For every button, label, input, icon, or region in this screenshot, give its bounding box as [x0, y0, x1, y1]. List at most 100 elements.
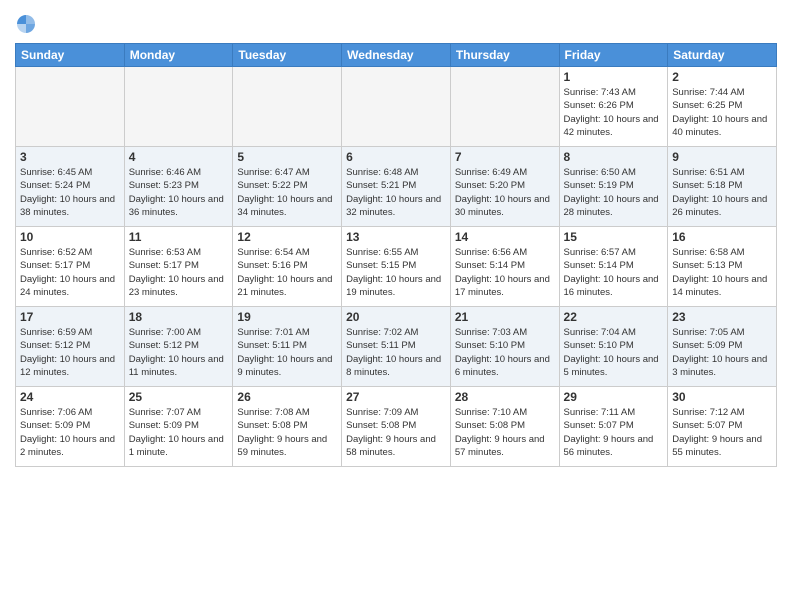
day-number: 28 [455, 390, 555, 404]
day-number: 23 [672, 310, 772, 324]
day-info: Sunrise: 6:52 AM Sunset: 5:17 PM Dayligh… [20, 246, 120, 299]
day-info: Sunrise: 7:00 AM Sunset: 5:12 PM Dayligh… [129, 326, 229, 379]
day-info: Sunrise: 6:59 AM Sunset: 5:12 PM Dayligh… [20, 326, 120, 379]
day-info: Sunrise: 6:46 AM Sunset: 5:23 PM Dayligh… [129, 166, 229, 219]
day-info: Sunrise: 7:05 AM Sunset: 5:09 PM Dayligh… [672, 326, 772, 379]
day-number: 24 [20, 390, 120, 404]
calendar-day-cell: 16 Sunrise: 6:58 AM Sunset: 5:13 PM Dayli… [668, 227, 777, 307]
day-info: Sunrise: 7:01 AM Sunset: 5:11 PM Dayligh… [237, 326, 337, 379]
day-number: 25 [129, 390, 229, 404]
calendar-day-cell: 18 Sunrise: 7:00 AM Sunset: 5:12 PM Dayli… [124, 307, 233, 387]
calendar-day-cell: 22 Sunrise: 7:04 AM Sunset: 5:10 PM Dayli… [559, 307, 668, 387]
day-info: Sunrise: 7:04 AM Sunset: 5:10 PM Dayligh… [564, 326, 664, 379]
calendar-day-cell: 9 Sunrise: 6:51 AM Sunset: 5:18 PM Daylig… [668, 147, 777, 227]
day-info: Sunrise: 7:09 AM Sunset: 5:08 PM Dayligh… [346, 406, 446, 459]
day-info: Sunrise: 7:10 AM Sunset: 5:08 PM Dayligh… [455, 406, 555, 459]
day-number: 2 [672, 70, 772, 84]
day-info: Sunrise: 7:43 AM Sunset: 6:26 PM Dayligh… [564, 86, 664, 139]
day-number: 20 [346, 310, 446, 324]
day-info: Sunrise: 7:44 AM Sunset: 6:25 PM Dayligh… [672, 86, 772, 139]
calendar-day-cell: 20 Sunrise: 7:02 AM Sunset: 5:11 PM Dayli… [342, 307, 451, 387]
day-info: Sunrise: 6:47 AM Sunset: 5:22 PM Dayligh… [237, 166, 337, 219]
calendar-day-cell: 8Sunrise: 6:50 AM Sunset: 5:19 PM Daylig… [559, 147, 668, 227]
day-number: 22 [564, 310, 664, 324]
calendar-day-cell: 11 Sunrise: 6:53 AM Sunset: 5:17 PM Dayli… [124, 227, 233, 307]
day-number: 3 [20, 150, 120, 164]
calendar-day-cell: 21 Sunrise: 7:03 AM Sunset: 5:10 PM Dayli… [450, 307, 559, 387]
day-number: 16 [672, 230, 772, 244]
day-number: 12 [237, 230, 337, 244]
header [15, 10, 777, 35]
calendar-week-row: 24 Sunrise: 7:06 AM Sunset: 5:09 PM Dayli… [16, 387, 777, 467]
day-number: 27 [346, 390, 446, 404]
calendar-day-cell: 2 Sunrise: 7:44 AM Sunset: 6:25 PM Daylig… [668, 67, 777, 147]
calendar-day-cell: 12 Sunrise: 6:54 AM Sunset: 5:16 PM Dayli… [233, 227, 342, 307]
calendar-day-cell: 3 Sunrise: 6:45 AM Sunset: 5:24 PM Daylig… [16, 147, 125, 227]
day-number: 15 [564, 230, 664, 244]
calendar-day-cell: 7 Sunrise: 6:49 AM Sunset: 5:20 PM Daylig… [450, 147, 559, 227]
calendar-day-cell: 27 Sunrise: 7:09 AM Sunset: 5:08 PM Dayli… [342, 387, 451, 467]
day-info: Sunrise: 6:58 AM Sunset: 5:13 PM Dayligh… [672, 246, 772, 299]
calendar-day-cell: 5 Sunrise: 6:47 AM Sunset: 5:22 PM Daylig… [233, 147, 342, 227]
day-number: 14 [455, 230, 555, 244]
calendar-day-cell: 26 Sunrise: 7:08 AM Sunset: 5:08 PM Dayli… [233, 387, 342, 467]
calendar-day-cell [16, 67, 125, 147]
day-info: Sunrise: 7:11 AM Sunset: 5:07 PM Dayligh… [564, 406, 664, 459]
calendar-week-row: 17Sunrise: 6:59 AM Sunset: 5:12 PM Dayli… [16, 307, 777, 387]
day-number: 18 [129, 310, 229, 324]
calendar-day-cell [342, 67, 451, 147]
calendar: SundayMondayTuesdayWednesdayThursdayFrid… [15, 43, 777, 467]
calendar-day-cell: 19 Sunrise: 7:01 AM Sunset: 5:11 PM Dayli… [233, 307, 342, 387]
day-number: 30 [672, 390, 772, 404]
day-info: Sunrise: 6:53 AM Sunset: 5:17 PM Dayligh… [129, 246, 229, 299]
calendar-day-cell: 29Sunrise: 7:11 AM Sunset: 5:07 PM Dayli… [559, 387, 668, 467]
day-info: Sunrise: 7:12 AM Sunset: 5:07 PM Dayligh… [672, 406, 772, 459]
logo-icon [15, 13, 37, 35]
day-info: Sunrise: 6:50 AM Sunset: 5:19 PM Dayligh… [564, 166, 664, 219]
day-info: Sunrise: 6:54 AM Sunset: 5:16 PM Dayligh… [237, 246, 337, 299]
calendar-day-cell: 25Sunrise: 7:07 AM Sunset: 5:09 PM Dayli… [124, 387, 233, 467]
calendar-day-header: Monday [124, 44, 233, 67]
calendar-day-cell [233, 67, 342, 147]
day-info: Sunrise: 7:06 AM Sunset: 5:09 PM Dayligh… [20, 406, 120, 459]
calendar-day-cell: 30 Sunrise: 7:12 AM Sunset: 5:07 PM Dayli… [668, 387, 777, 467]
calendar-day-cell [450, 67, 559, 147]
calendar-day-header: Friday [559, 44, 668, 67]
calendar-day-header: Sunday [16, 44, 125, 67]
calendar-day-header: Wednesday [342, 44, 451, 67]
calendar-day-cell: 28 Sunrise: 7:10 AM Sunset: 5:08 PM Dayli… [450, 387, 559, 467]
day-number: 19 [237, 310, 337, 324]
calendar-day-cell [124, 67, 233, 147]
calendar-header-row: SundayMondayTuesdayWednesdayThursdayFrid… [16, 44, 777, 67]
day-info: Sunrise: 6:55 AM Sunset: 5:15 PM Dayligh… [346, 246, 446, 299]
calendar-day-header: Saturday [668, 44, 777, 67]
day-number: 21 [455, 310, 555, 324]
calendar-day-header: Tuesday [233, 44, 342, 67]
day-info: Sunrise: 7:08 AM Sunset: 5:08 PM Dayligh… [237, 406, 337, 459]
day-number: 1 [564, 70, 664, 84]
calendar-day-cell: 6 Sunrise: 6:48 AM Sunset: 5:21 PM Daylig… [342, 147, 451, 227]
calendar-day-cell: 13Sunrise: 6:55 AM Sunset: 5:15 PM Dayli… [342, 227, 451, 307]
day-info: Sunrise: 7:02 AM Sunset: 5:11 PM Dayligh… [346, 326, 446, 379]
calendar-day-cell: 14 Sunrise: 6:56 AM Sunset: 5:14 PM Dayli… [450, 227, 559, 307]
day-number: 26 [237, 390, 337, 404]
day-number: 5 [237, 150, 337, 164]
day-number: 4 [129, 150, 229, 164]
calendar-week-row: 3 Sunrise: 6:45 AM Sunset: 5:24 PM Daylig… [16, 147, 777, 227]
day-number: 10 [20, 230, 120, 244]
calendar-day-cell: 24 Sunrise: 7:06 AM Sunset: 5:09 PM Dayli… [16, 387, 125, 467]
day-number: 9 [672, 150, 772, 164]
day-info: Sunrise: 6:49 AM Sunset: 5:20 PM Dayligh… [455, 166, 555, 219]
calendar-week-row: 1 Sunrise: 7:43 AM Sunset: 6:26 PM Daylig… [16, 67, 777, 147]
day-number: 11 [129, 230, 229, 244]
calendar-day-cell: 1 Sunrise: 7:43 AM Sunset: 6:26 PM Daylig… [559, 67, 668, 147]
day-info: Sunrise: 6:56 AM Sunset: 5:14 PM Dayligh… [455, 246, 555, 299]
day-info: Sunrise: 6:57 AM Sunset: 5:14 PM Dayligh… [564, 246, 664, 299]
logo [15, 15, 41, 35]
day-number: 6 [346, 150, 446, 164]
day-number: 7 [455, 150, 555, 164]
day-info: Sunrise: 6:51 AM Sunset: 5:18 PM Dayligh… [672, 166, 772, 219]
day-info: Sunrise: 7:03 AM Sunset: 5:10 PM Dayligh… [455, 326, 555, 379]
day-info: Sunrise: 6:45 AM Sunset: 5:24 PM Dayligh… [20, 166, 120, 219]
day-info: Sunrise: 6:48 AM Sunset: 5:21 PM Dayligh… [346, 166, 446, 219]
